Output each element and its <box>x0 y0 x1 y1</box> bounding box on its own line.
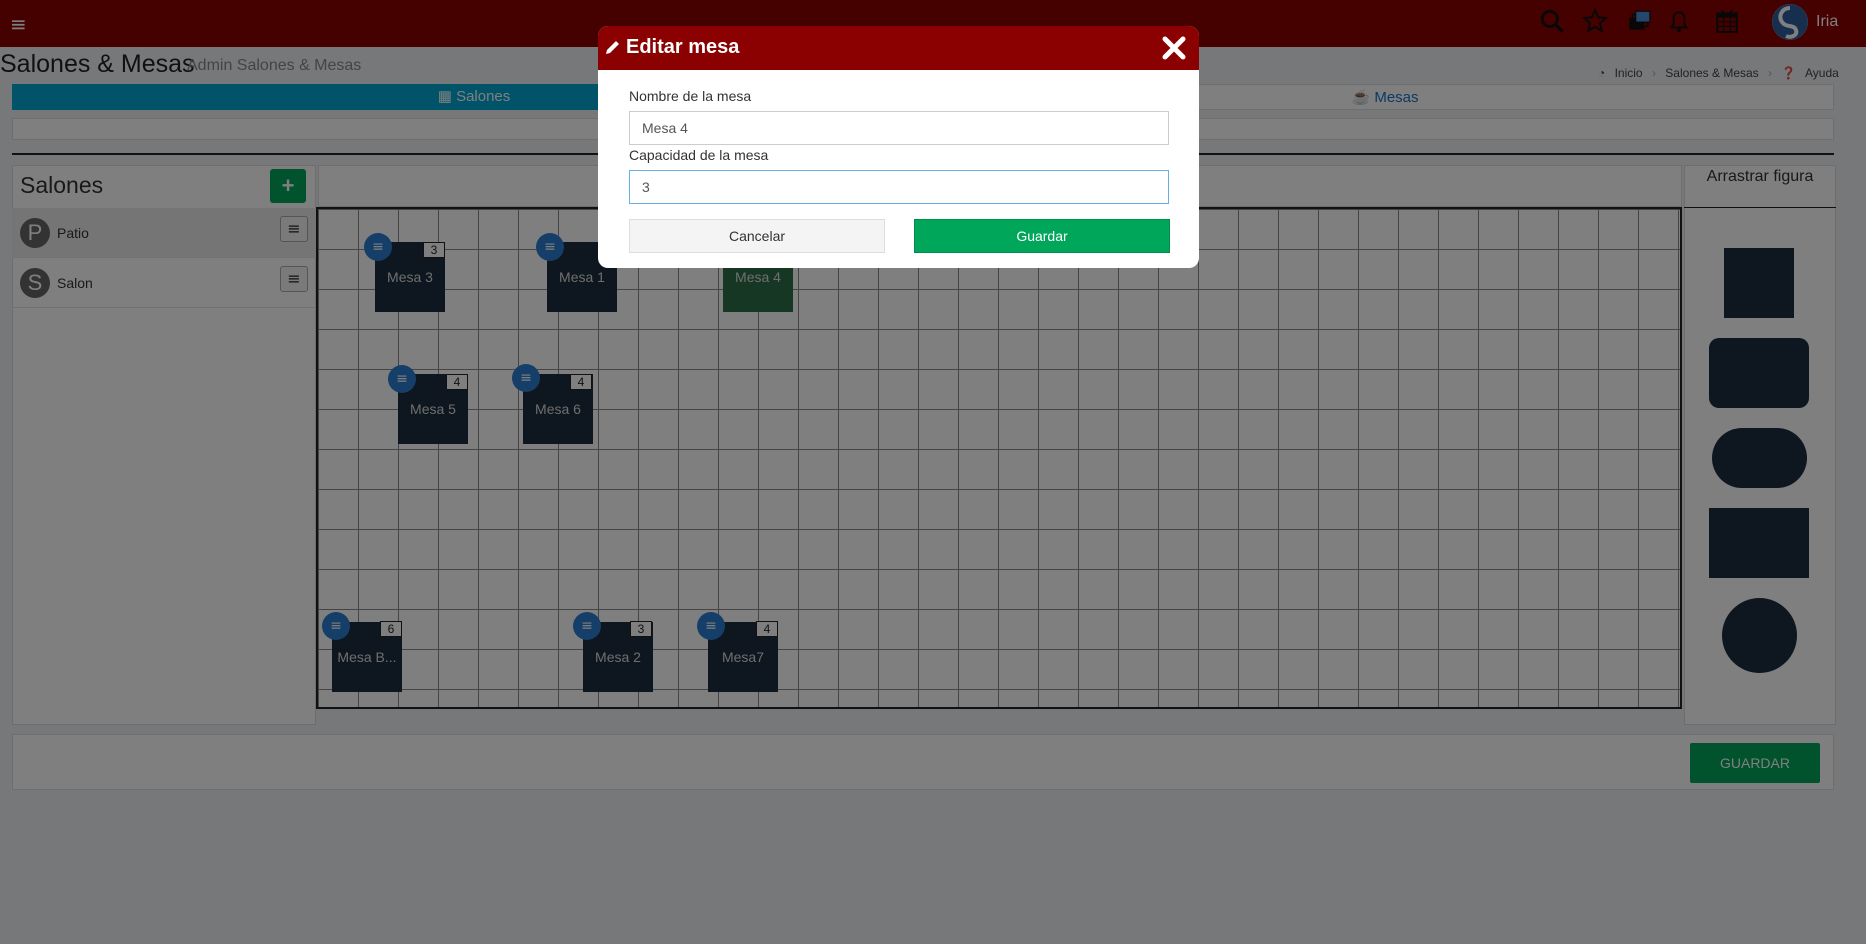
table-name-input[interactable] <box>629 111 1169 145</box>
pencil-icon <box>604 38 622 56</box>
save-button[interactable]: Guardar <box>914 219 1170 253</box>
cancel-button[interactable]: Cancelar <box>629 219 885 253</box>
table-capacity-label: Capacidad de la mesa <box>629 147 769 163</box>
close-icon[interactable] <box>1160 34 1188 62</box>
modal-title: Editar mesa <box>626 36 740 58</box>
table-name-label: Nombre de la mesa <box>629 88 752 104</box>
modal-header: Editar mesa <box>598 26 1199 70</box>
table-capacity-input[interactable] <box>629 170 1169 204</box>
edit-table-modal: Editar mesa Nombre de la mesa Capacidad … <box>598 26 1199 268</box>
